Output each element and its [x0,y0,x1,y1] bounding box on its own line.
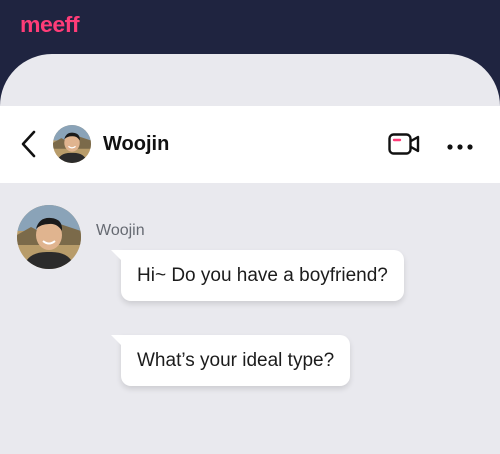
profile-photo [17,205,81,269]
video-call-button[interactable] [388,133,420,155]
profile-photo [53,125,91,163]
message-text: What’s your ideal type? [137,349,335,371]
app-logo: meeff [20,12,80,37]
video-call-icon [388,133,420,155]
message-text: Hi~ Do you have a boyfriend? [137,264,388,286]
contact-avatar[interactable] [53,125,91,163]
message-bubble[interactable]: Hi~ Do you have a boyfriend? [111,250,404,301]
back-button[interactable] [18,128,42,160]
contact-name[interactable]: Woojin [103,133,169,156]
more-horizontal-icon [447,144,473,150]
chevron-left-icon [21,130,36,158]
sender-avatar[interactable] [17,205,81,269]
sender-name: Woojin [96,222,145,239]
message-bubble[interactable]: What’s your ideal type? [110,335,351,386]
more-options-button[interactable] [446,139,474,150]
